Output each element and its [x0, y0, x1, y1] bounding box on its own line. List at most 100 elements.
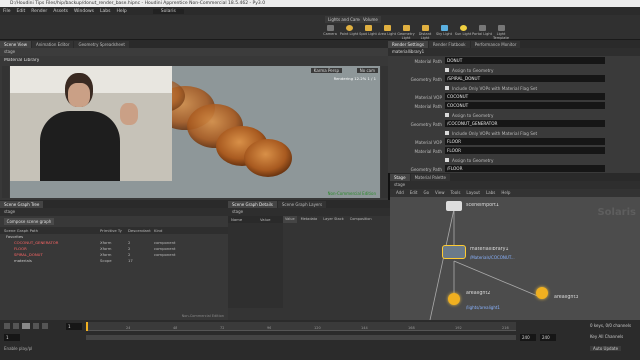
- menu-render[interactable]: Render: [31, 9, 47, 14]
- node-arealight3[interactable]: [536, 287, 548, 299]
- point-light-tool[interactable]: Point Light: [339, 25, 359, 39]
- jump-end-icon[interactable]: [42, 323, 48, 329]
- auto-update-menu[interactable]: Auto Update: [590, 346, 622, 351]
- param-field[interactable]: FLOOR: [445, 138, 605, 145]
- menu-help[interactable]: Help: [501, 189, 510, 197]
- param-field[interactable]: /SPIRAL_DONUT: [445, 75, 605, 82]
- timeline: 1 24 48 72 96 120 144 168 192 216 0 keys…: [0, 320, 640, 360]
- menu-labs[interactable]: Labs: [486, 189, 495, 197]
- tab-scene-graph-layers[interactable]: Scene Graph Layers: [277, 201, 327, 208]
- checkbox[interactable]: [445, 158, 449, 162]
- timeline-bar[interactable]: 24 48 72 96 120 144 168 192 216: [86, 322, 516, 331]
- tab-composition[interactable]: Composition: [348, 216, 374, 223]
- node-label: arealight3: [554, 295, 579, 300]
- viewport-right-toolbar[interactable]: [381, 66, 388, 198]
- tab-layer-stack[interactable]: Layer Stack: [321, 216, 346, 223]
- viewport-canvas[interactable]: Karma Persp No cam Rendering 12.2% 1 / 1…: [10, 66, 380, 198]
- playback-controls: [4, 323, 48, 329]
- tab-material-palette[interactable]: Material Palette: [410, 174, 450, 181]
- checkbox[interactable]: [445, 131, 449, 135]
- shelf-tab-volume[interactable]: Volume: [360, 16, 381, 23]
- start-frame-field[interactable]: 1: [4, 334, 20, 341]
- step-back-icon[interactable]: [13, 323, 19, 329]
- menu-edit[interactable]: Edit: [410, 189, 418, 197]
- param-field[interactable]: DONUT: [445, 57, 605, 64]
- network-canvas[interactable]: Solaris sceneimport1 materiallibrary1 /M…: [390, 197, 640, 320]
- tab-scene-view[interactable]: Scene View: [0, 41, 31, 48]
- spot-light-tool[interactable]: Spot Light: [358, 25, 378, 39]
- param-row: Assign to Geometry: [392, 156, 636, 165]
- menu-go[interactable]: Go: [424, 189, 430, 197]
- node-arealight1[interactable]: [448, 293, 460, 305]
- details-tabs: Value Metadata Layer Stack Composition: [283, 216, 390, 223]
- playhead[interactable]: [86, 322, 88, 331]
- scene-graph-path[interactable]: stage: [0, 208, 228, 216]
- tab-metadata[interactable]: Metadata: [299, 216, 320, 223]
- menu-file[interactable]: File: [3, 9, 11, 14]
- end-frame-field-2[interactable]: 240: [540, 334, 556, 341]
- menu-layout[interactable]: Layout: [466, 189, 480, 197]
- checkbox[interactable]: [445, 113, 449, 117]
- menu-tools[interactable]: Tools: [451, 189, 461, 197]
- viewport-watermark: Non-Commercial Edition: [327, 191, 376, 196]
- param-field[interactable]: FLOOR: [445, 147, 605, 154]
- param-row: Geometry Path/SPIRAL_DONUT: [392, 75, 636, 84]
- tab-geometry-spreadsheet[interactable]: Geometry Spreadsheet: [74, 41, 129, 48]
- menu-help[interactable]: Help: [117, 9, 127, 14]
- param-rows: Material Path DONUT Assign to Geometry Ge…: [388, 56, 640, 174]
- camera-tool[interactable]: Camera: [320, 25, 340, 39]
- tab-value[interactable]: Value: [283, 216, 297, 223]
- camera-menu[interactable]: Karma Persp: [310, 68, 342, 73]
- key-all-channels-button[interactable]: Key All Channels: [590, 334, 623, 339]
- range-slider[interactable]: [86, 335, 516, 340]
- node-label: sceneimport1: [466, 203, 499, 208]
- area-light-tool[interactable]: Area Light: [377, 25, 397, 39]
- details-list[interactable]: [228, 223, 283, 308]
- compose-scene-graph-button[interactable]: Compose scene graph: [4, 218, 54, 225]
- menu-view[interactable]: View: [435, 189, 445, 197]
- end-frame-field[interactable]: 240: [520, 334, 536, 341]
- tab-performance-monitor[interactable]: Performance Monitor: [470, 41, 521, 48]
- tab-stage[interactable]: Stage: [390, 174, 410, 181]
- step-forward-icon[interactable]: [33, 323, 39, 329]
- distant-light-tool[interactable]: Distant Light: [415, 25, 435, 40]
- menu-labs[interactable]: Labs: [100, 9, 110, 14]
- param-field[interactable]: /COCONUT_GENERATOR: [445, 120, 605, 127]
- sun-light-tool[interactable]: Sun Light: [453, 25, 473, 39]
- scene-graph-details-pane: Scene Graph Details Scene Graph Layers s…: [228, 200, 390, 320]
- sky-light-tool[interactable]: Sky Light: [434, 25, 454, 39]
- current-frame-field[interactable]: 1: [66, 323, 82, 330]
- viewport-left-toolbar[interactable]: [2, 66, 9, 198]
- tab-render-flatbook[interactable]: Render Flatbook: [428, 41, 470, 48]
- param-node-name[interactable]: materiallibrary1: [388, 48, 640, 56]
- camera-icon: [326, 25, 334, 31]
- node-materiallibrary1[interactable]: [442, 245, 466, 259]
- table-row[interactable]: materials Scope 17: [0, 258, 228, 264]
- node-sceneimport1[interactable]: [446, 201, 462, 211]
- menu-add[interactable]: Add: [396, 189, 404, 197]
- tab-scene-graph-details[interactable]: Scene Graph Details: [228, 201, 277, 208]
- details-path[interactable]: stage: [228, 208, 390, 216]
- geometry-light-tool[interactable]: Geometry Light: [396, 25, 416, 40]
- tab-scene-graph-tree[interactable]: Scene Graph Tree: [0, 201, 44, 208]
- menu-assets[interactable]: Assets: [53, 9, 68, 14]
- desktop-select[interactable]: Solaris: [152, 8, 184, 14]
- view-menu[interactable]: No cam: [356, 68, 378, 73]
- menu-edit[interactable]: Edit: [17, 9, 26, 14]
- menu-windows[interactable]: Windows: [74, 9, 94, 14]
- viewport-path[interactable]: stage: [0, 48, 388, 56]
- checkbox[interactable]: [445, 68, 449, 72]
- param-field[interactable]: COCONUT: [445, 102, 605, 109]
- portal-light-tool[interactable]: Portal Light: [472, 25, 492, 39]
- jump-start-icon[interactable]: [4, 323, 10, 329]
- webcam-overlay: [10, 66, 172, 181]
- network-path[interactable]: stage: [390, 181, 640, 189]
- param-row: Assign to Geometry: [392, 66, 636, 75]
- checkbox[interactable]: [445, 86, 449, 90]
- light-template-tool[interactable]: Light Template: [491, 25, 511, 40]
- tab-animation-editor[interactable]: Animation Editor: [31, 41, 74, 48]
- play-icon[interactable]: [22, 323, 30, 329]
- param-field[interactable]: /FLOOR: [445, 165, 605, 172]
- tab-render-settings[interactable]: Render Settings: [388, 41, 428, 48]
- param-field[interactable]: COCONUT: [445, 93, 605, 100]
